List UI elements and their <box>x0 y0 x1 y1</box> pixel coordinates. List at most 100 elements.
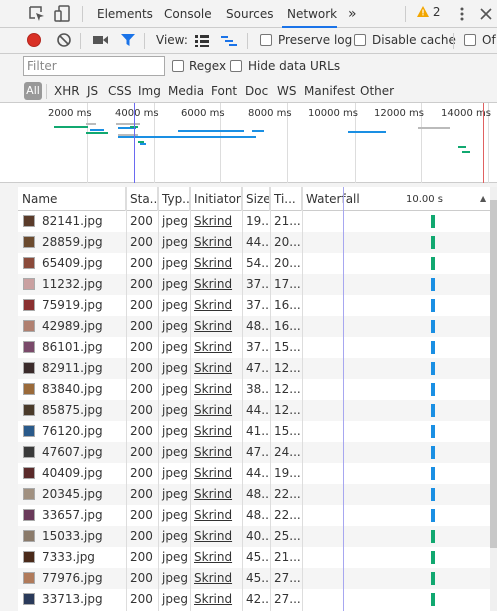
tab-console[interactable]: Console <box>164 0 212 28</box>
table-row[interactable]: 42989.jpg 200 jpegSkrind 48... 16... <box>18 316 490 337</box>
cell-name: 28859.jpg <box>42 235 103 249</box>
regex-checkbox[interactable] <box>172 60 184 72</box>
table-row[interactable]: 82141.jpg 200 jpegSkrind 19... 21... <box>18 211 490 232</box>
type-filter-other[interactable]: Other <box>360 84 394 98</box>
table-scrollbar-thumb[interactable] <box>490 200 497 548</box>
waterfall-bar <box>431 362 435 375</box>
column-header-initiator[interactable]: Initiator <box>190 187 242 211</box>
overview-dom-content-loaded-marker <box>134 103 135 183</box>
table-row[interactable]: 83840.jpg 200 jpegSkrind 38... 12... <box>18 379 490 400</box>
inspect-element-icon[interactable] <box>27 4 47 24</box>
table-row[interactable]: 33713.jpg 200 jpegSkrind 42... 27... <box>18 589 490 610</box>
cell-time: 16... <box>274 319 301 333</box>
disable-cache-checkbox[interactable] <box>354 34 366 46</box>
cell-initiator[interactable]: Skrind <box>190 295 242 316</box>
hide-data-urls-checkbox[interactable] <box>230 60 242 72</box>
image-thumbnail-icon <box>23 467 35 479</box>
more-tabs-button[interactable]: » <box>348 0 357 28</box>
record-button[interactable] <box>27 33 41 47</box>
cell-initiator[interactable]: Skrind <box>190 421 242 442</box>
tab-elements[interactable]: Elements <box>97 0 153 28</box>
filter-bar: Filter Regex Hide data URLs <box>0 54 497 80</box>
cell-initiator[interactable]: Skrind <box>190 400 242 421</box>
cell-initiator[interactable]: Skrind <box>190 505 242 526</box>
column-header-time[interactable]: Ti... <box>270 187 302 211</box>
table-row[interactable]: 47607.jpg 200 jpegSkrind 47... 24... <box>18 442 490 463</box>
table-row[interactable]: 86101.jpg 200 jpegSkrind 37... 15... <box>18 337 490 358</box>
type-filter-js[interactable]: JS <box>87 84 98 98</box>
table-row[interactable]: 7333.jpg 200 jpegSkrind 45... 21... <box>18 547 490 568</box>
filter-icon[interactable] <box>120 33 136 50</box>
table-row[interactable]: 28859.jpg 200 jpegSkrind 44... 20... <box>18 232 490 253</box>
table-row[interactable]: 75919.jpg 200 jpegSkrind 37... 16... <box>18 295 490 316</box>
type-filter-media[interactable]: Media <box>168 84 204 98</box>
cell-time: 27... <box>274 592 301 606</box>
waterfall-bar <box>431 404 435 417</box>
cell-initiator[interactable]: Skrind <box>190 253 242 274</box>
table-row[interactable]: 76120.jpg 200 jpegSkrind 41... 15... <box>18 421 490 442</box>
more-options-icon[interactable] <box>452 4 472 24</box>
column-header-status[interactable]: Sta.. <box>126 187 158 211</box>
cell-initiator[interactable]: Skrind <box>190 358 242 379</box>
large-rows-icon[interactable] <box>195 35 209 50</box>
offline-checkbox[interactable] <box>464 34 476 46</box>
table-row[interactable]: 65409.jpg 200 jpegSkrind 54... 20... <box>18 253 490 274</box>
cell-initiator[interactable]: Skrind <box>190 484 242 505</box>
table-row[interactable]: 11232.jpg 200 jpegSkrind 37... 17... <box>18 274 490 295</box>
type-filter-font[interactable]: Font <box>211 84 237 98</box>
waterfall-bar <box>431 278 435 291</box>
type-filter-xhr[interactable]: XHR <box>54 84 80 98</box>
table-row[interactable]: 40409.jpg 200 jpegSkrind 44... 19... <box>18 463 490 484</box>
cell-initiator[interactable]: Skrind <box>190 211 242 232</box>
cell-initiator[interactable]: Skrind <box>190 274 242 295</box>
column-header-size[interactable]: Size <box>242 187 270 211</box>
type-filter-css[interactable]: CSS <box>108 84 132 98</box>
filter-input[interactable]: Filter <box>23 56 165 76</box>
table-row[interactable]: 15033.jpg 200 jpegSkrind 40... 25... <box>18 526 490 547</box>
cell-size: 48... <box>246 508 270 522</box>
device-toolbar-icon[interactable] <box>53 4 73 24</box>
cell-initiator[interactable]: Skrind <box>190 337 242 358</box>
cell-initiator[interactable]: Skrind <box>190 379 242 400</box>
cell-initiator[interactable]: Skrind <box>190 589 242 610</box>
type-filter-manifest[interactable]: Manifest <box>304 84 355 98</box>
table-row[interactable]: 77976.jpg 200 jpegSkrind 45... 27... <box>18 568 490 589</box>
table-row[interactable]: 82911.jpg 200 jpegSkrind 47... 12... <box>18 358 490 379</box>
type-filter-img[interactable]: Img <box>138 84 161 98</box>
table-row[interactable]: 20345.jpg 200 jpegSkrind 48... 22... <box>18 484 490 505</box>
video-camera-icon[interactable] <box>93 34 109 49</box>
cell-status: 200 <box>130 235 153 249</box>
tab-sources[interactable]: Sources <box>226 0 273 28</box>
type-filter-all[interactable]: All <box>24 82 42 100</box>
cell-initiator[interactable]: Skrind <box>190 547 242 568</box>
overview-tick-label: 10000 ms <box>308 108 358 119</box>
cell-name: 33657.jpg <box>42 508 103 522</box>
overview-toggle-icon[interactable] <box>221 35 237 50</box>
image-thumbnail-icon <box>23 299 35 311</box>
column-header-type[interactable]: Typ.. <box>158 187 190 211</box>
warning-badge[interactable]: 2 <box>417 5 440 19</box>
preserve-log-checkbox[interactable] <box>260 34 272 46</box>
cell-time: 12... <box>274 382 301 396</box>
cell-initiator[interactable]: Skrind <box>190 568 242 589</box>
table-row[interactable]: 85875.jpg 200 jpegSkrind 44... 12... <box>18 400 490 421</box>
cell-initiator[interactable]: Skrind <box>190 463 242 484</box>
divider <box>144 33 145 49</box>
cell-initiator[interactable]: Skrind <box>190 442 242 463</box>
cell-initiator[interactable]: Skrind <box>190 316 242 337</box>
tab-network[interactable]: Network <box>282 0 337 28</box>
cell-initiator[interactable]: Skrind <box>190 526 242 547</box>
column-header-waterfall[interactable]: Waterfall 10.00 s ▲ <box>302 187 490 211</box>
cell-name: 15033.jpg <box>42 529 103 543</box>
waterfall-bar <box>431 509 435 522</box>
network-overview[interactable]: 2000 ms 4000 ms 6000 ms 8000 ms 10000 ms… <box>0 103 497 183</box>
close-icon[interactable] <box>476 4 496 24</box>
table-row[interactable]: 33657.jpg 200 jpegSkrind 48... 22... <box>18 505 490 526</box>
type-filter-ws[interactable]: WS <box>277 84 296 98</box>
image-thumbnail-icon <box>23 341 35 353</box>
cell-size: 45... <box>246 550 270 564</box>
cell-initiator[interactable]: Skrind <box>190 232 242 253</box>
column-header-name[interactable]: Name <box>18 187 126 211</box>
type-filter-doc[interactable]: Doc <box>245 84 268 98</box>
clear-icon[interactable] <box>56 32 72 51</box>
